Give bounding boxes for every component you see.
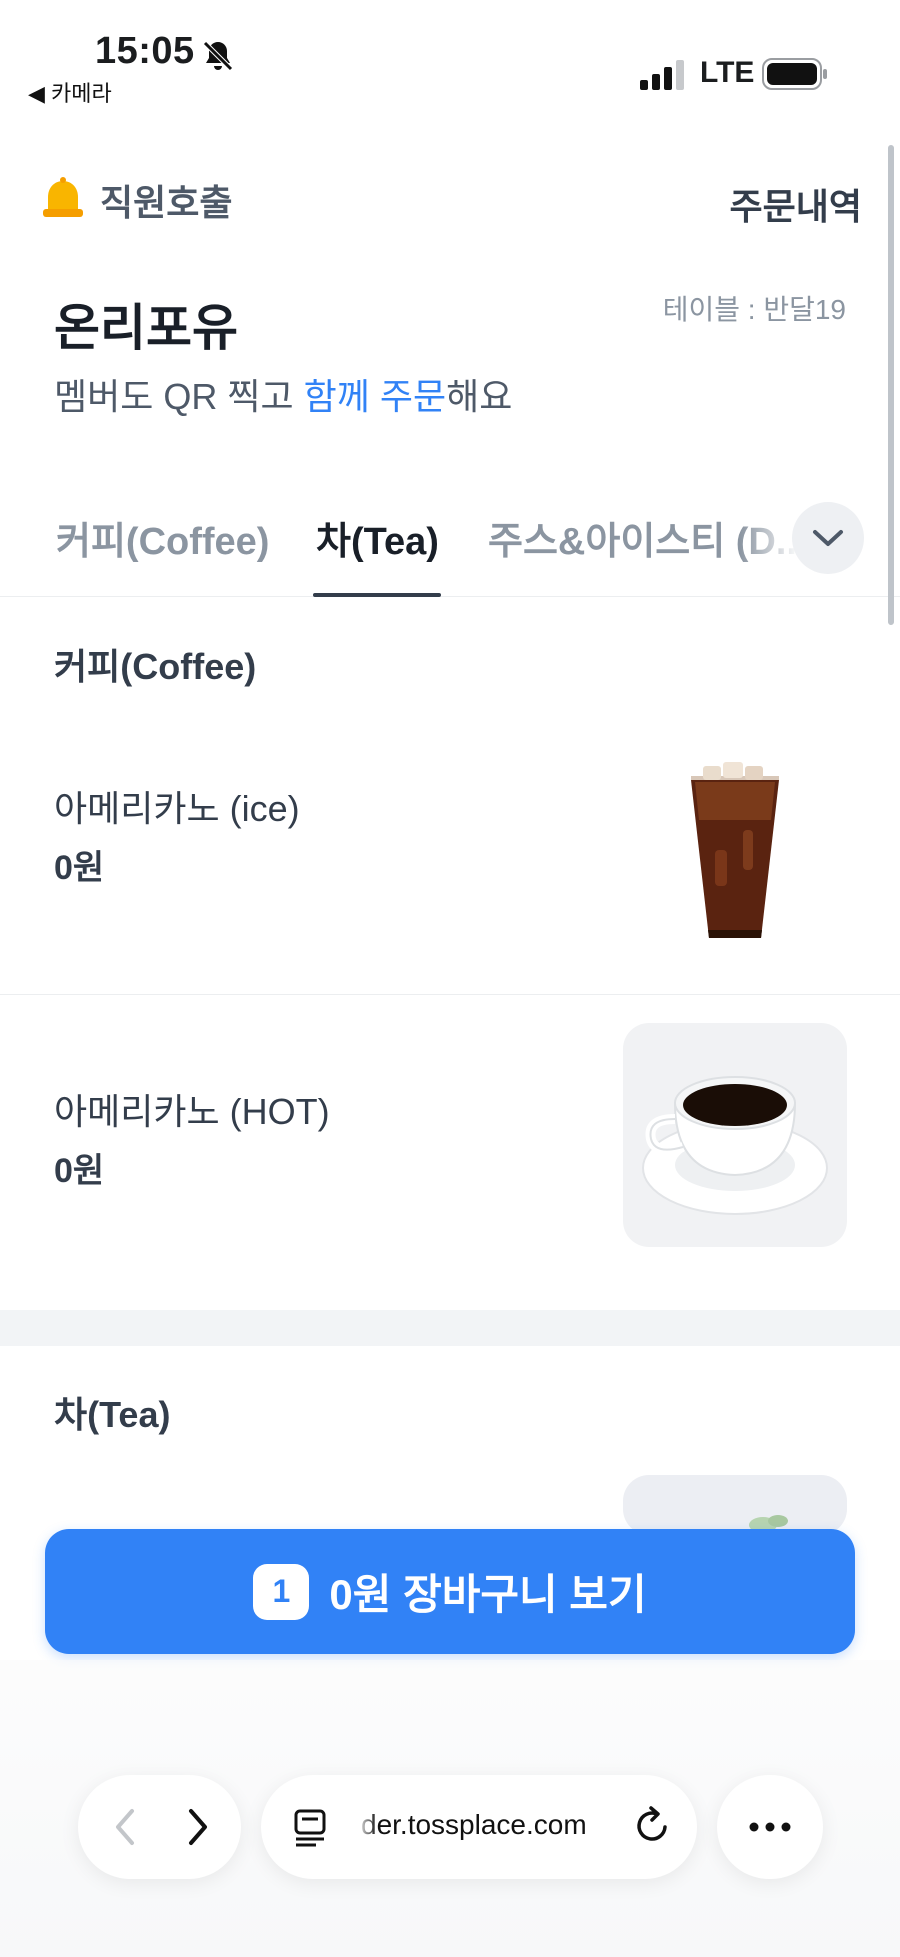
menu-item-price: 0원	[54, 1152, 105, 1190]
call-staff-button[interactable]: 직원호출	[38, 174, 232, 226]
subtitle-text: 멤버도 QR 찍고	[54, 376, 304, 417]
forward-arrow-icon[interactable]	[173, 1801, 223, 1853]
order-history-button[interactable]: 주문내역	[730, 178, 862, 230]
network-label: LTE	[700, 56, 755, 89]
menu-item[interactable]: 아메리카노 (HOT) 0원	[0, 995, 900, 1310]
subtitle-highlight: 함께 주문	[303, 376, 447, 417]
subtitle-text-end: 해요	[446, 376, 513, 417]
section-gap	[0, 1310, 900, 1346]
address-bar[interactable]: der.tossplace.com	[261, 1775, 697, 1879]
cart-count-badge: 1	[253, 1563, 310, 1620]
reader-mode-icon[interactable]	[291, 1807, 331, 1847]
section-title-tea: 차(Tea)	[54, 1394, 171, 1435]
tab-tea[interactable]: 차(Tea)	[316, 510, 439, 565]
iced-americano-image	[623, 720, 847, 944]
subtitle: 멤버도 QR 찍고 함께 주문해요	[54, 368, 512, 420]
scrollbar[interactable]	[888, 145, 894, 625]
tea-item-image	[623, 1475, 847, 1535]
signal-icon	[640, 60, 684, 90]
bell-icon	[43, 177, 83, 217]
back-arrow-icon[interactable]	[100, 1801, 150, 1853]
url-text: der.tossplace.com	[361, 1809, 587, 1840]
call-staff-label: 직원호출	[100, 182, 233, 223]
menu-item-price: 0원	[54, 849, 105, 887]
battery-icon	[762, 58, 827, 90]
menu-item-name: 아메리카노 (HOT)	[54, 1091, 330, 1132]
tab-coffee[interactable]: 커피(Coffee)	[56, 510, 269, 565]
hot-americano-image	[623, 1023, 847, 1247]
tab-fade	[740, 500, 800, 590]
store-name: 온리포유	[54, 300, 238, 356]
status-bar: 15:05 ◀ 카메라 LTE	[0, 0, 900, 110]
bell-slash-icon	[203, 41, 233, 71]
ellipsis-icon	[749, 1822, 791, 1832]
url-fade	[357, 1803, 377, 1847]
section-title-coffee: 커피(Coffee)	[54, 646, 257, 687]
reload-icon[interactable]	[631, 1805, 673, 1847]
tabs-expand-button[interactable]	[792, 502, 864, 574]
active-tab-indicator	[313, 593, 441, 597]
menu-item[interactable]: 아메리카노 (ice) 0원	[0, 700, 900, 994]
menu-item-name: 아메리카노 (ice)	[54, 788, 300, 829]
cart-label: 0원 장바구니 보기	[329, 1571, 647, 1618]
header: 직원호출 주문내역	[0, 170, 900, 240]
back-to-camera-link[interactable]: ◀ 카메라	[28, 76, 112, 108]
table-label: 테이블 : 반달19	[662, 294, 846, 325]
browser-nav-pill	[78, 1775, 241, 1879]
chevron-down-icon	[813, 530, 843, 546]
status-time: 15:05	[95, 30, 195, 72]
view-cart-button[interactable]: 1 0원 장바구니 보기	[45, 1529, 855, 1654]
more-options-button[interactable]	[717, 1775, 823, 1879]
